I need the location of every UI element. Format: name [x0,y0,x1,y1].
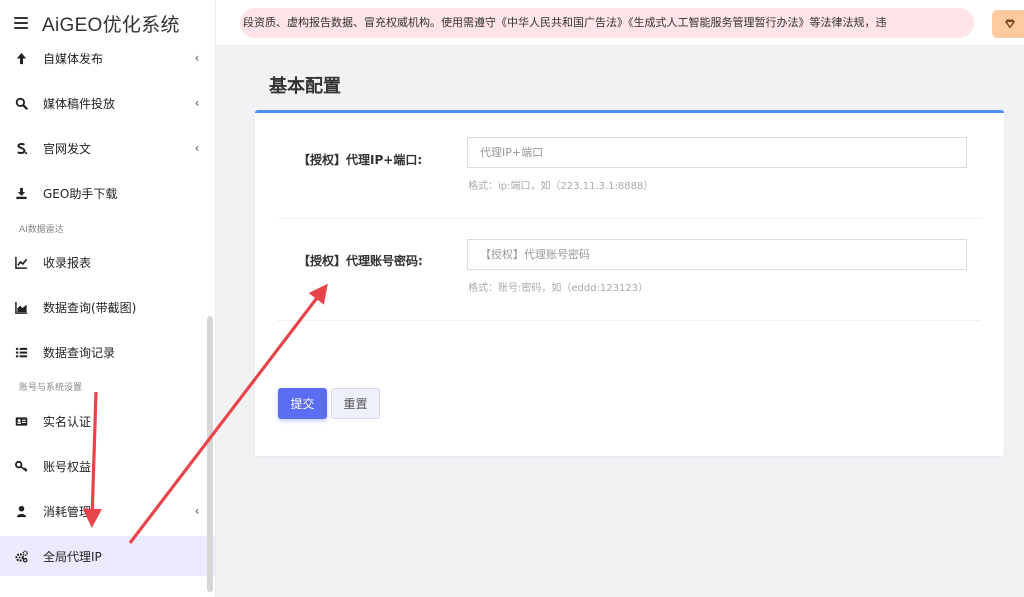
list-icon [14,345,28,359]
sidebar-item-label: 账号权益 [43,459,92,474]
chevron-left-icon: ‹ [194,51,200,65]
search-icon [14,96,28,110]
arrow-up-icon [14,51,28,65]
id-card-icon [14,414,28,428]
sidebar-item-data-query-screenshot[interactable]: 数据查询(带截图) [0,287,215,327]
sidebar-item-data-query-records[interactable]: 数据查询记录 [0,332,215,372]
sidebar-item-label: 收录报表 [43,255,92,270]
sidebar-item-index-report[interactable]: 收录报表 [0,242,215,282]
sidebar-item-real-name-auth[interactable]: 实名认证 [0,401,215,441]
sidebar-item-label: 数据查询(带截图) [43,300,137,315]
key-icon [14,459,28,473]
reset-button[interactable]: 重置 [331,388,380,419]
sidebar-item-label: 消耗管理 [43,504,92,519]
proxy-account-password-label: 【授权】代理账号密码: [298,254,423,268]
form-divider [277,218,981,219]
sidebar-item-media-placement[interactable]: 媒体稿件投放 ‹ [0,83,215,123]
cogs-icon [14,549,28,563]
chevron-left-icon: ‹ [194,141,200,155]
sidebar-item-label: 自媒体发布 [43,51,104,66]
sidebar-item-self-media-publish[interactable]: 自媒体发布 ‹ [0,38,215,78]
config-form-card: 【授权】代理IP+端口: 格式：ip:端口，如（223.11.3.1:8888）… [255,110,1004,456]
s-logo-icon [14,141,28,155]
area-chart-icon [14,300,28,314]
sidebar-item-label: GEO助手下载 [43,186,118,201]
sidebar-item-global-proxy-ip[interactable]: 全局代理IP [0,536,215,576]
form-divider [277,320,981,321]
sidebar: AiGEO优化系统 自媒体发布 ‹ 媒体稿件投放 ‹ 官网发文 ‹ GEO助手下… [0,0,216,597]
submit-button[interactable]: 提交 [278,388,327,419]
vip-button[interactable] [992,10,1024,38]
proxy-account-password-hint: 格式：账号:密码，如（eddd:123123） [468,283,649,294]
sidebar-item-label: 媒体稿件投放 [43,96,116,111]
chevron-left-icon: ‹ [194,96,200,110]
chevron-left-icon: ‹ [194,504,200,518]
section-label-account-settings: 账号与系统设置 [19,383,83,393]
sidebar-item-consumption-management[interactable]: 消耗管理 ‹ [0,491,215,531]
notice-banner: 段资质、虚构报告数据、冒充权威机构。使用需遵守《中华人民共和国广告法》《生成式人… [240,8,974,38]
sidebar-scrollbar[interactable] [207,316,213,592]
sidebar-item-label: 数据查询记录 [43,345,116,360]
proxy-ip-port-hint: 格式：ip:端口，如（223.11.3.1:8888） [468,181,654,192]
sidebar-item-geo-assistant-download[interactable]: GEO助手下载 [0,173,215,213]
line-chart-icon [14,255,28,269]
proxy-ip-port-label: 【授权】代理IP+端口: [298,153,423,167]
proxy-ip-port-input[interactable] [467,137,967,168]
sidebar-item-account-benefits[interactable]: 账号权益 [0,446,215,486]
app-title: AiGEO优化系统 [42,14,180,36]
sidebar-item-official-site-post[interactable]: 官网发文 ‹ [0,128,215,168]
user-icon [14,504,28,518]
sidebar-item-label: 实名认证 [43,414,92,429]
sidebar-item-label: 全局代理IP [43,549,102,564]
download-icon [14,186,28,200]
proxy-account-password-input[interactable] [467,239,967,270]
sidebar-item-label: 官网发文 [43,141,92,156]
section-label-ai-radar: AI数据雷达 [19,225,64,235]
diamond-icon [1004,15,1016,34]
notice-text: 段资质、虚构报告数据、冒充权威机构。使用需遵守《中华人民共和国广告法》《生成式人… [243,16,887,29]
page-title: 基本配置 [269,76,341,97]
menu-toggle-icon[interactable] [14,17,28,29]
topbar: 段资质、虚构报告数据、冒充权威机构。使用需遵守《中华人民共和国广告法》《生成式人… [216,0,1024,46]
